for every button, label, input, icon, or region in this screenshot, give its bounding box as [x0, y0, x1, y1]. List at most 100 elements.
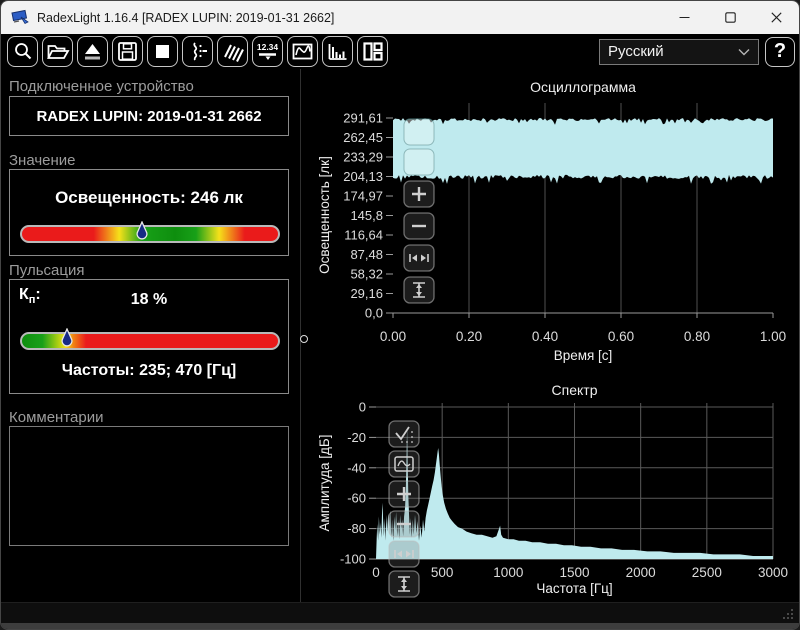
y-tick-label: 145,8: [350, 208, 383, 223]
oscillogram-ylabel: Освещенность [лк]: [317, 156, 332, 274]
resize-grip-icon[interactable]: [781, 607, 794, 620]
pulsation-section-header: Пульсация: [9, 262, 85, 279]
pulsation-scale-bar: [20, 328, 280, 350]
y-tick-label: -100: [340, 552, 366, 567]
y-tick-label: 29,16: [350, 286, 383, 301]
x-tick-label: 1500: [559, 565, 589, 580]
zoom-in-overlay-button[interactable]: [388, 480, 420, 508]
spectrum-chart[interactable]: 0 -20 -40 -60 -80 -100 0 500 1000 1500 2000 2500 300…: [313, 369, 800, 602]
x-tick-label: 0.80: [684, 329, 710, 344]
help-button[interactable]: ?: [765, 36, 795, 67]
y-tick-label: 87,48: [350, 247, 383, 262]
autoscale-overlay-button-ghost[interactable]: [403, 118, 435, 146]
language-select[interactable]: Русский: [599, 38, 759, 65]
comments-box: [9, 426, 289, 546]
open-folder-icon: [47, 45, 70, 59]
sweep-button[interactable]: [217, 36, 248, 67]
close-button[interactable]: [753, 1, 799, 34]
x-tick-label: 0: [372, 565, 380, 580]
window-frame-bottom: [1, 623, 799, 629]
x-tick-label: 1.00: [760, 329, 786, 344]
illuminance-gradient: [20, 225, 280, 243]
chevron-down-icon: [738, 45, 750, 59]
open-file-button[interactable]: [42, 36, 73, 67]
y-tick-label: 58,32: [350, 267, 383, 282]
fit-vertical-overlay-button[interactable]: [403, 276, 435, 304]
floppy-save-icon: [118, 42, 137, 61]
fit-horizontal-overlay-button[interactable]: [403, 244, 435, 272]
title-bar: RadexLight 1.16.4 [RADEX LUPIN: 2019-01-…: [1, 1, 799, 34]
pulsation-marker-icon: [61, 328, 73, 347]
spectrum-xlabel: Частота [Гц]: [536, 581, 612, 596]
language-selected-value: Русский: [608, 43, 664, 60]
app-logo-icon: [11, 9, 29, 24]
zoom-in-overlay-button[interactable]: [403, 180, 435, 208]
client-area: Подключенное устройство RADEX LUPIN: 201…: [1, 69, 799, 602]
y-tick-label: -60: [347, 491, 366, 506]
value-box: Освещенность: 246 лк: [9, 169, 289, 256]
zoom-out-overlay-button[interactable]: [403, 212, 435, 240]
x-tick-label: 500: [431, 565, 454, 580]
oscillogram-waveform: [393, 118, 773, 184]
x-tick-label: 3000: [758, 565, 788, 580]
spectrum-title: Спектр: [552, 382, 598, 398]
x-tick-label: 2500: [692, 565, 722, 580]
y-tick-label: -20: [347, 430, 366, 445]
digital-icon-label: 12.34: [257, 42, 279, 52]
value-section-header: Значение: [9, 152, 76, 169]
x-tick-label: 1000: [493, 565, 523, 580]
device-name: RADEX LUPIN: 2019-01-31 2662: [36, 107, 262, 125]
y-tick-label: 0,0: [365, 306, 383, 321]
zoom-out-overlay-button[interactable]: [388, 510, 420, 538]
oscillogram-view-button[interactable]: [287, 36, 318, 67]
digital-display-button[interactable]: 12.34: [252, 36, 283, 67]
digital-value-icon: 12.34: [257, 42, 279, 60]
vertical-splitter-handle[interactable]: [300, 335, 308, 343]
magnifier-icon: [15, 43, 32, 60]
save-file-button[interactable]: [112, 36, 143, 67]
y-tick-label: 262,45: [343, 130, 383, 145]
stop-icon: [156, 45, 169, 58]
x-tick-label: 0.20: [456, 329, 482, 344]
record-trace-button[interactable]: [182, 36, 213, 67]
comments-input[interactable]: [10, 427, 288, 545]
eject-device-button[interactable]: [77, 36, 108, 67]
illuminance-marker-icon: [136, 221, 148, 240]
fit-curve-overlay-button[interactable]: [388, 450, 420, 478]
pulsation-gradient: [20, 332, 280, 350]
stop-measurement-button[interactable]: [147, 36, 178, 67]
eject-icon: [85, 44, 100, 60]
device-box: RADEX LUPIN: 2019-01-31 2662: [9, 96, 289, 136]
pulsation-box: Кп: 18 % Частоты: 235; 470 [Гц]: [9, 279, 289, 394]
x-tick-label: 0.40: [532, 329, 558, 344]
spectrum-view-button[interactable]: [322, 36, 353, 67]
oscillogram-chart[interactable]: 291,61 262,45 233,29 204,13 174,97 145,8 116,6…: [313, 69, 800, 369]
fit-horizontal-overlay-button[interactable]: [388, 540, 420, 568]
minimize-button[interactable]: [661, 1, 707, 34]
oscillogram-xlabel: Время [с]: [554, 348, 613, 363]
illuminance-reading: Освещенность: 246 лк: [55, 188, 243, 207]
y-tick-label: 291,61: [343, 111, 383, 126]
maximize-button[interactable]: [707, 1, 753, 34]
y-tick-label: -40: [347, 460, 366, 475]
autoscale-overlay-button[interactable]: [388, 420, 420, 448]
layout-view-button[interactable]: [357, 36, 388, 67]
x-tick-label: 0.00: [380, 329, 406, 344]
y-tick-label: 116,64: [344, 228, 383, 243]
zoom-tool-button[interactable]: [7, 36, 38, 67]
pulsation-reading: 18 %: [130, 291, 168, 308]
illuminance-scale-bar: [20, 221, 280, 243]
spectrum-bars-icon: [328, 44, 347, 60]
app-window: RadexLight 1.16.4 [RADEX LUPIN: 2019-01-…: [0, 0, 800, 630]
device-section-header: Подключенное устройство: [9, 78, 194, 95]
x-tick-label: 2000: [626, 565, 656, 580]
toolbar: 12.34 Русский ?: [1, 34, 799, 69]
comments-section-header: Комментарии: [9, 409, 104, 426]
status-bar: [1, 602, 799, 623]
x-tick-label: 0.60: [608, 329, 634, 344]
fit-curve-overlay-button-ghost[interactable]: [403, 148, 435, 176]
fit-vertical-overlay-button[interactable]: [388, 570, 420, 598]
trace-icon: [193, 42, 207, 61]
y-tick-label: 233,29: [343, 150, 383, 165]
oscillogram-title: Осциллограмма: [530, 79, 636, 95]
